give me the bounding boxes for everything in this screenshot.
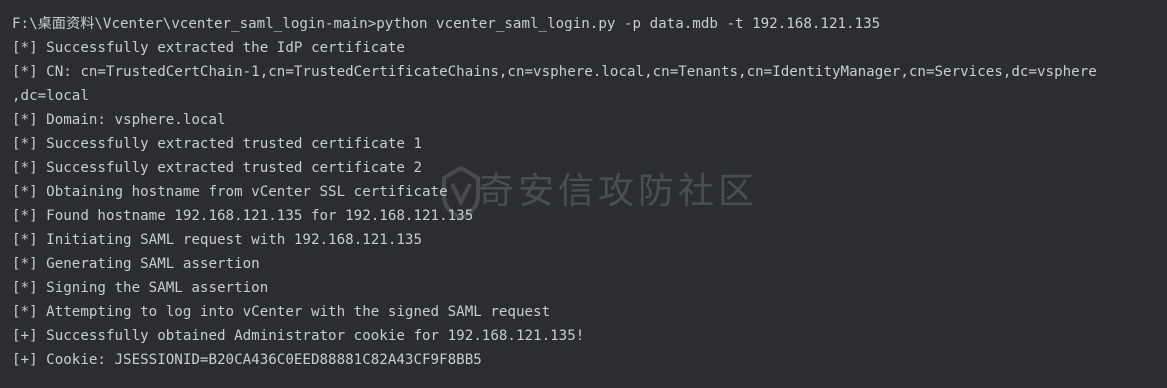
terminal-output: F:\桌面资料\Vcenter\vcenter_saml_login-main>… <box>12 12 1160 372</box>
output-line: [*] Found hostname 192.168.121.135 for 1… <box>12 208 474 224</box>
command-prompt-line: F:\桌面资料\Vcenter\vcenter_saml_login-main>… <box>12 16 881 32</box>
output-line: [*] Domain: vsphere.local <box>12 112 226 128</box>
output-line: [+] Cookie: JSESSIONID=B20CA436C0EED8888… <box>12 352 482 368</box>
output-line: [*] Initiating SAML request with 192.168… <box>12 232 422 248</box>
output-line: [*] Obtaining hostname from vCenter SSL … <box>12 184 448 200</box>
output-line: [*] Successfully extracted trusted certi… <box>12 160 422 176</box>
output-line: [*] CN: cn=TrustedCertChain-1,cn=Trusted… <box>12 64 1097 80</box>
output-line: [*] Successfully extracted the IdP certi… <box>12 40 405 56</box>
output-line: [*] Generating SAML assertion <box>12 256 260 272</box>
output-line: [*] Successfully extracted trusted certi… <box>12 136 422 152</box>
terminal-window[interactable]: F:\桌面资料\Vcenter\vcenter_saml_login-main>… <box>0 0 1167 388</box>
output-line: ,dc=local <box>12 88 89 104</box>
output-line: [*] Signing the SAML assertion <box>12 280 269 296</box>
output-line: [+] Successfully obtained Administrator … <box>12 328 585 344</box>
output-line: [*] Attempting to log into vCenter with … <box>12 304 551 320</box>
